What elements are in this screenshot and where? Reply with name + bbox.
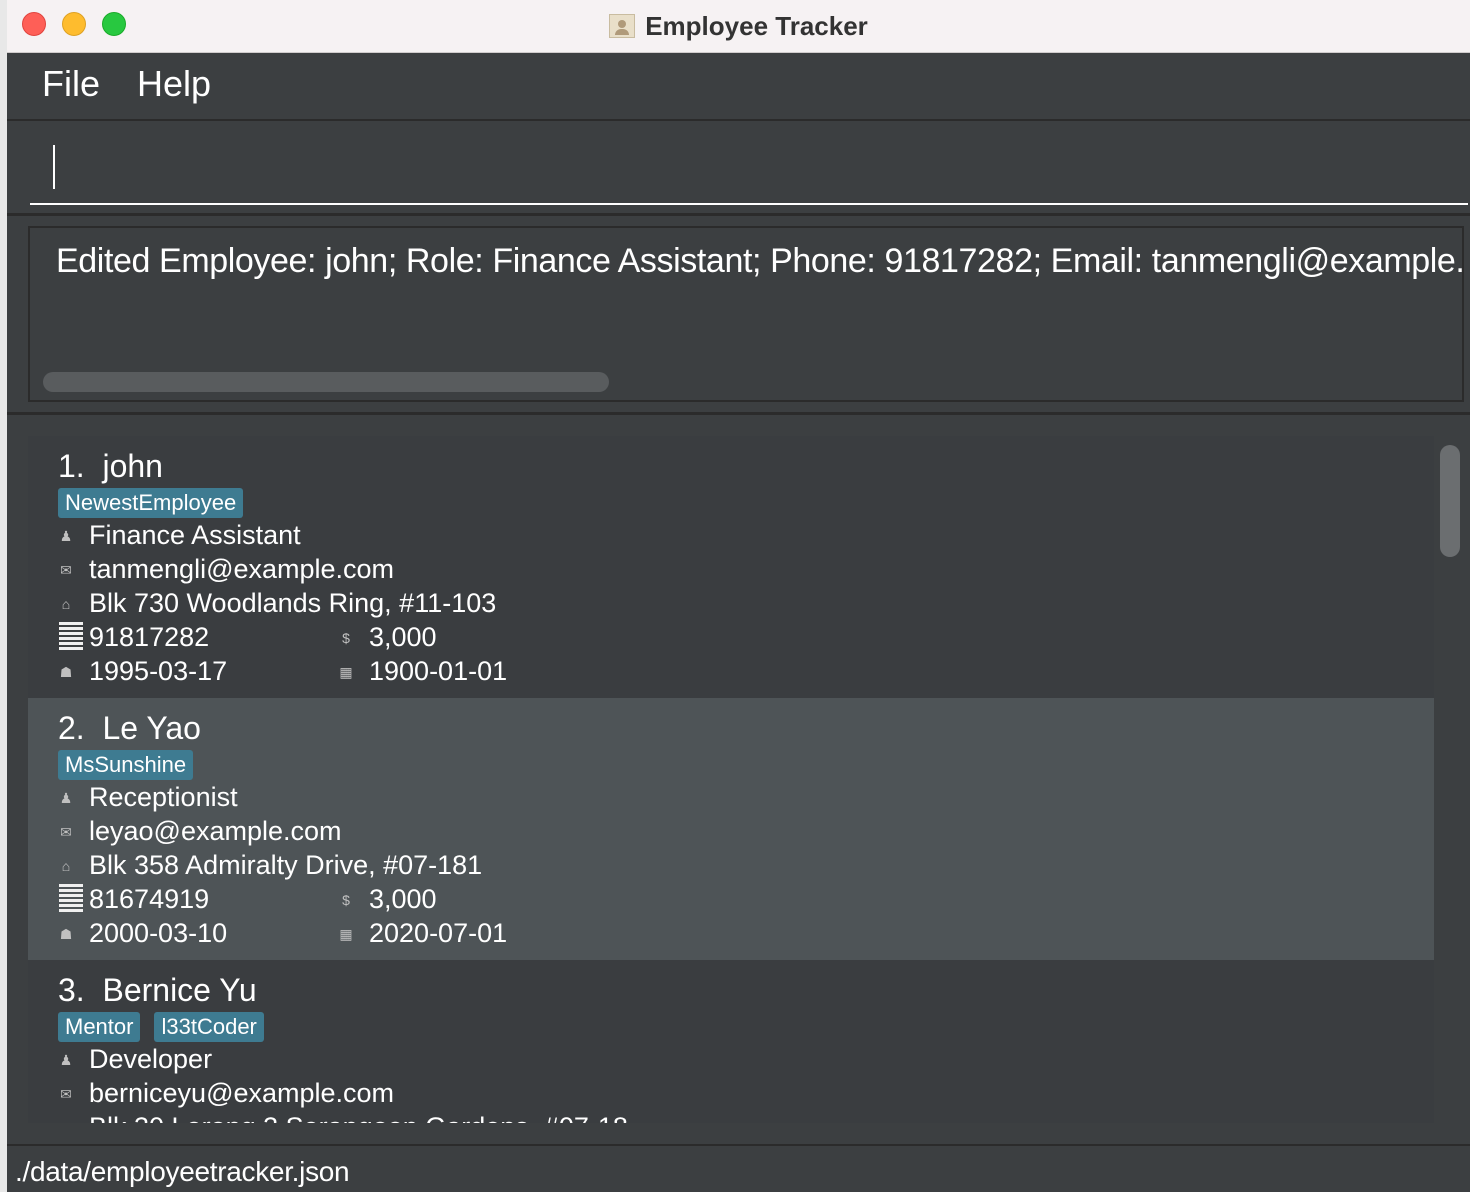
employee-salary: 3,000 [369, 884, 437, 914]
envelope-icon: ✉ [60, 562, 72, 578]
person-icon: ♟ [59, 790, 73, 806]
menu-bar: File Help [7, 53, 1470, 121]
phone-icon [59, 884, 83, 912]
cake-icon: ☗ [59, 926, 73, 942]
tag: Mentor [58, 1012, 141, 1042]
employee-name: john [102, 448, 163, 484]
data-file-path: ./data/employeetracker.json [15, 1156, 350, 1187]
cake-icon: ☗ [59, 664, 73, 680]
text-caret [53, 145, 55, 189]
result-display-panel: Edited Employee: john; Role: Finance Ass… [7, 216, 1470, 415]
employee-header: 3. Bernice Yu [58, 972, 257, 1009]
envelope-icon: ✉ [60, 1086, 72, 1102]
dollar-icon: $ [342, 630, 350, 646]
employee-role: Finance Assistant [89, 520, 301, 550]
house-icon: ⌂ [55, 1120, 77, 1123]
tag: l33tCoder [154, 1012, 264, 1042]
employee-card[interactable]: 1. john NewestEmployee ♟ Finance Assista… [28, 436, 1434, 698]
employee-header: 2. Le Yao [58, 710, 201, 747]
employee-address: Blk 358 Admiralty Drive, #07-181 [89, 850, 483, 880]
employee-list[interactable]: 1. john NewestEmployee ♟ Finance Assista… [28, 436, 1434, 1123]
employee-birthday: 2000-03-10 [89, 918, 228, 948]
employee-index: 3. [58, 972, 85, 1008]
tag-list: Mentor l33tCoder [58, 1012, 264, 1042]
list-vertical-scrollbar[interactable] [1440, 445, 1460, 557]
title-container: Employee Tracker [7, 0, 1470, 52]
employee-index: 1. [58, 448, 85, 484]
dollar-icon: $ [342, 892, 350, 908]
employee-email: leyao@example.com [89, 816, 342, 846]
employee-list-panel: 1. john NewestEmployee ♟ Finance Assista… [7, 415, 1470, 1143]
employee-header: 1. john [58, 448, 163, 485]
tag-list: NewestEmployee [58, 488, 244, 518]
window-title: Employee Tracker [645, 10, 868, 41]
menu-file[interactable]: File [42, 63, 100, 105]
tag: MsSunshine [58, 750, 194, 780]
title-bar[interactable]: Employee Tracker [7, 0, 1470, 53]
employee-phone: 81674919 [89, 884, 210, 914]
employee-phone: 91817282 [89, 622, 210, 652]
menu-help[interactable]: Help [137, 63, 211, 105]
command-box [7, 121, 1470, 216]
employee-birthday: 1995-03-17 [89, 656, 228, 686]
tag-list: MsSunshine [58, 750, 194, 780]
app-window: Employee Tracker File Help Edited Employ… [7, 0, 1470, 1192]
employee-name: Bernice Yu [102, 972, 257, 1008]
employee-join-date: 1900-01-01 [369, 656, 508, 686]
envelope-icon: ✉ [60, 824, 72, 840]
tag: NewestEmployee [58, 488, 244, 518]
employee-card-selected[interactable]: 2. Le Yao MsSunshine ♟ Receptionist ✉ le… [28, 698, 1434, 960]
status-bar: ./data/employeetracker.json [7, 1144, 1470, 1192]
house-icon: ⌂ [61, 858, 71, 874]
employee-role: Developer [89, 1044, 213, 1074]
calendar-icon: ▦ [339, 664, 353, 680]
result-display[interactable]: Edited Employee: john; Role: Finance Ass… [28, 226, 1464, 402]
employee-email: berniceyu@example.com [89, 1078, 395, 1108]
calendar-icon: ▦ [339, 926, 353, 942]
employee-index: 2. [58, 710, 85, 746]
phone-icon [59, 622, 83, 650]
app-icon [609, 14, 636, 38]
employee-address: Blk 30 Lorong 3 Serangoon Gardens, #07-1… [89, 1112, 628, 1123]
employee-card[interactable]: 3. Bernice Yu Mentor l33tCoder ♟ Develop… [28, 960, 1434, 1123]
command-input[interactable] [30, 131, 1468, 205]
employee-join-date: 2020-07-01 [369, 918, 508, 948]
result-horizontal-scrollbar[interactable] [43, 372, 609, 392]
person-icon: ♟ [59, 1052, 73, 1068]
employee-email: tanmengli@example.com [89, 554, 395, 584]
house-icon: ⌂ [61, 596, 71, 612]
employee-salary: 3,000 [369, 622, 437, 652]
background-window-strip [0, 0, 7, 1192]
person-icon: ♟ [59, 528, 73, 544]
employee-address: Blk 730 Woodlands Ring, #11-103 [89, 588, 497, 618]
employee-name: Le Yao [102, 710, 201, 746]
employee-role: Receptionist [89, 782, 238, 812]
result-message: Edited Employee: john; Role: Finance Ass… [56, 242, 1464, 280]
